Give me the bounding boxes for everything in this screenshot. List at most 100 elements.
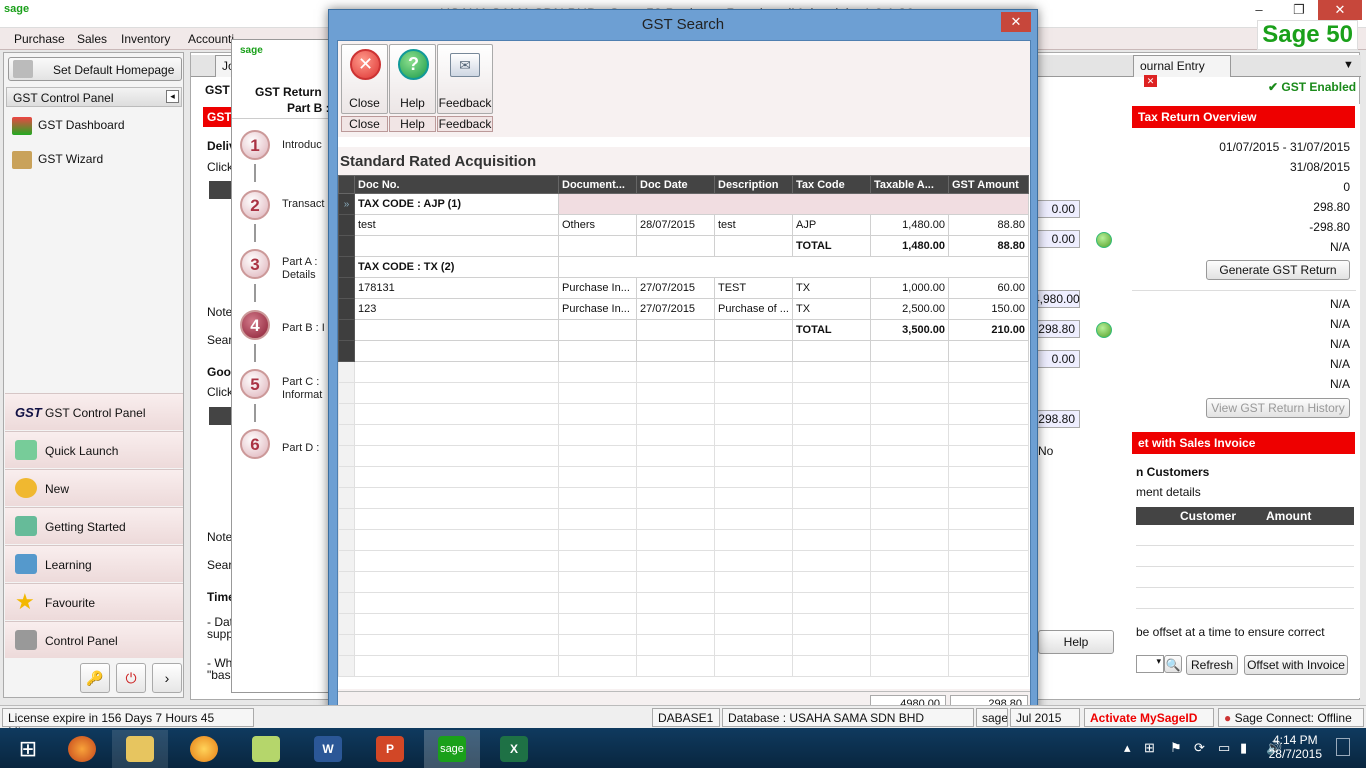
field-value-3[interactable]: 4,980.00 <box>1032 290 1080 308</box>
group-header-row[interactable]: » TAX CODE : AJP (1) <box>338 193 1029 215</box>
tab-dropdown-icon[interactable]: ▼ <box>1343 59 1354 71</box>
dialog-close-button[interactable]: ✕ <box>1001 12 1031 32</box>
table-row[interactable]: 178131 Purchase In... 27/07/2015 TEST TX… <box>338 277 1029 299</box>
field-value-1[interactable]: 0.00 <box>1032 200 1080 218</box>
taskbar-clock[interactable]: 4:14 PM 28/7/2015 <box>1269 733 1322 761</box>
nav-gst-control-panel[interactable]: GST GST Control Panel <box>5 393 183 430</box>
tab-journal-entry[interactable]: ournal Entry ✕ <box>1133 55 1231 87</box>
menu-sales[interactable]: Sales <box>77 32 107 46</box>
field-value-4[interactable]: 298.80 <box>1032 320 1080 338</box>
nav-getting-started[interactable]: Getting Started <box>5 507 183 544</box>
row-selector[interactable] <box>338 340 355 362</box>
overview-value-3: 0 <box>1343 180 1350 194</box>
nav-new[interactable]: New <box>5 469 183 506</box>
menu-accounting[interactable]: Accounti <box>188 32 234 46</box>
nav-favourite[interactable]: ★ Favourite <box>5 583 183 620</box>
row-selector[interactable] <box>338 214 355 236</box>
click-label: Click <box>207 160 233 174</box>
close-caption[interactable]: Close <box>341 116 388 132</box>
section-title: Standard Rated Acquisition <box>340 153 537 170</box>
app2-taskbar-item[interactable] <box>238 730 294 768</box>
offset-with-invoice-button[interactable]: Offset with Invoice <box>1244 655 1348 675</box>
excel-taskbar-item[interactable]: X <box>486 730 542 768</box>
row-selector[interactable] <box>338 298 355 320</box>
refresh-button[interactable]: Refresh <box>1186 655 1238 675</box>
nav-quick-launch[interactable]: Quick Launch <box>5 431 183 468</box>
dropdown-arrow-icon[interactable]: ▾ <box>1136 655 1164 673</box>
tray-monitor-icon[interactable]: ▭ <box>1218 740 1230 756</box>
tray-up-arrow-icon[interactable]: ▴ <box>1124 740 1131 756</box>
field-value-5[interactable]: 0.00 <box>1032 350 1080 368</box>
view-gst-return-history-button[interactable]: View GST Return History <box>1206 398 1350 418</box>
column-doc-date[interactable]: Doc Date <box>636 175 715 194</box>
close-tab-icon[interactable]: ✕ <box>1144 75 1157 87</box>
tax-return-overview-panel: Tax Return Overview 01/07/2015 - 31/07/2… <box>1132 104 1360 698</box>
activate-mysageid-link[interactable]: Activate MySageID <box>1084 708 1214 727</box>
set-default-homepage-button[interactable]: Set Default Homepage <box>8 57 182 81</box>
tray-windows-icon[interactable]: ⊞ <box>1144 740 1155 756</box>
word-taskbar-item[interactable]: W <box>300 730 356 768</box>
tray-flag-icon[interactable]: ⚑ <box>1170 740 1182 756</box>
close-toolbar-button[interactable]: ✕ Close Close <box>341 44 388 132</box>
step-1-circle[interactable]: 1 <box>240 130 270 160</box>
column-tax-code[interactable]: Tax Code <box>792 175 871 194</box>
step-5-circle[interactable]: 5 <box>240 369 270 399</box>
note-label-2: Note <box>207 530 233 544</box>
maximize-button[interactable]: ❐ <box>1284 0 1314 20</box>
step-2-circle[interactable]: 2 <box>240 190 270 220</box>
app-taskbar-item[interactable] <box>176 730 232 768</box>
row-selector[interactable] <box>338 256 355 278</box>
column-document-type[interactable]: Document... <box>558 175 637 194</box>
search-icon[interactable]: 🔍 <box>1164 655 1182 673</box>
field-value-2[interactable]: 0.00 <box>1032 230 1080 248</box>
feedback-caption[interactable]: Feedback <box>437 116 493 132</box>
feedback-toolbar-button[interactable]: ✉ Feedback Feedback <box>437 44 493 132</box>
powerpoint-taskbar-item[interactable]: P <box>362 730 418 768</box>
step-4-circle-active[interactable]: 4 <box>240 310 270 340</box>
start-button[interactable]: ⊞ <box>0 730 56 768</box>
nav-control-panel[interactable]: Control Panel <box>5 621 183 658</box>
firefox-taskbar-item[interactable] <box>54 730 110 768</box>
key-icon[interactable]: 🔑 <box>80 663 110 693</box>
empty-cell <box>948 550 1029 572</box>
app-close-button[interactable]: ✕ <box>1318 0 1362 20</box>
sage-connect-status[interactable]: ● Sage Connect: Offline <box>1218 708 1364 727</box>
empty-cell <box>948 592 1029 614</box>
help-toolbar-button[interactable]: ? Help Help <box>389 44 436 132</box>
menu-inventory[interactable]: Inventory <box>121 32 170 46</box>
minimize-button[interactable]: – <box>1244 0 1274 20</box>
row-selector-arrow-icon[interactable]: » <box>338 193 355 215</box>
table-row[interactable]: 123 Purchase In... 27/07/2015 Purchase o… <box>338 298 1029 320</box>
offset-note: be offset at a time to ensure correct <box>1136 625 1325 639</box>
gst-dashboard-link[interactable]: GST Dashboard <box>12 117 125 135</box>
step-3-circle[interactable]: 3 <box>240 249 270 279</box>
column-doc-no[interactable]: Doc No. <box>354 175 559 194</box>
power-icon[interactable]: ⏻ <box>116 663 146 693</box>
step-6-circle[interactable]: 6 <box>240 429 270 459</box>
tray-signal-icon[interactable]: ▮ <box>1240 740 1247 756</box>
group-header-row[interactable]: TAX CODE : TX (2) <box>338 256 1029 278</box>
help-button[interactable]: Help <box>1038 630 1114 654</box>
help-caption[interactable]: Help <box>389 116 436 132</box>
tray-sync-icon[interactable]: ⟳ <box>1194 740 1205 756</box>
field-value-6[interactable]: 298.80 <box>1032 410 1080 428</box>
row-selector[interactable] <box>338 319 355 341</box>
column-taxable-amount[interactable]: Taxable A... <box>870 175 949 194</box>
notification-icon[interactable] <box>1336 738 1350 756</box>
row-selector[interactable] <box>338 235 355 257</box>
empty-cell <box>714 550 793 572</box>
collapse-panel-button[interactable]: ◂ <box>166 90 179 103</box>
next-arrow-icon[interactable]: › <box>152 663 182 693</box>
gst-wizard-link[interactable]: GST Wizard <box>12 151 103 169</box>
table-row[interactable] <box>338 340 1029 362</box>
sage-taskbar-item[interactable]: sage <box>424 730 480 768</box>
menu-purchase[interactable]: Purchase <box>14 32 65 46</box>
row-selector[interactable] <box>338 277 355 299</box>
generate-gst-return-button[interactable]: Generate GST Return <box>1206 260 1350 280</box>
column-gst-amount[interactable]: GST Amount <box>948 175 1029 194</box>
nav-learning[interactable]: Learning <box>5 545 183 582</box>
column-description[interactable]: Description <box>714 175 793 194</box>
cell-document-type: Others <box>558 214 637 236</box>
table-row[interactable]: test Others 28/07/2015 test AJP 1,480.00… <box>338 214 1029 236</box>
explorer-taskbar-item[interactable] <box>112 730 168 768</box>
